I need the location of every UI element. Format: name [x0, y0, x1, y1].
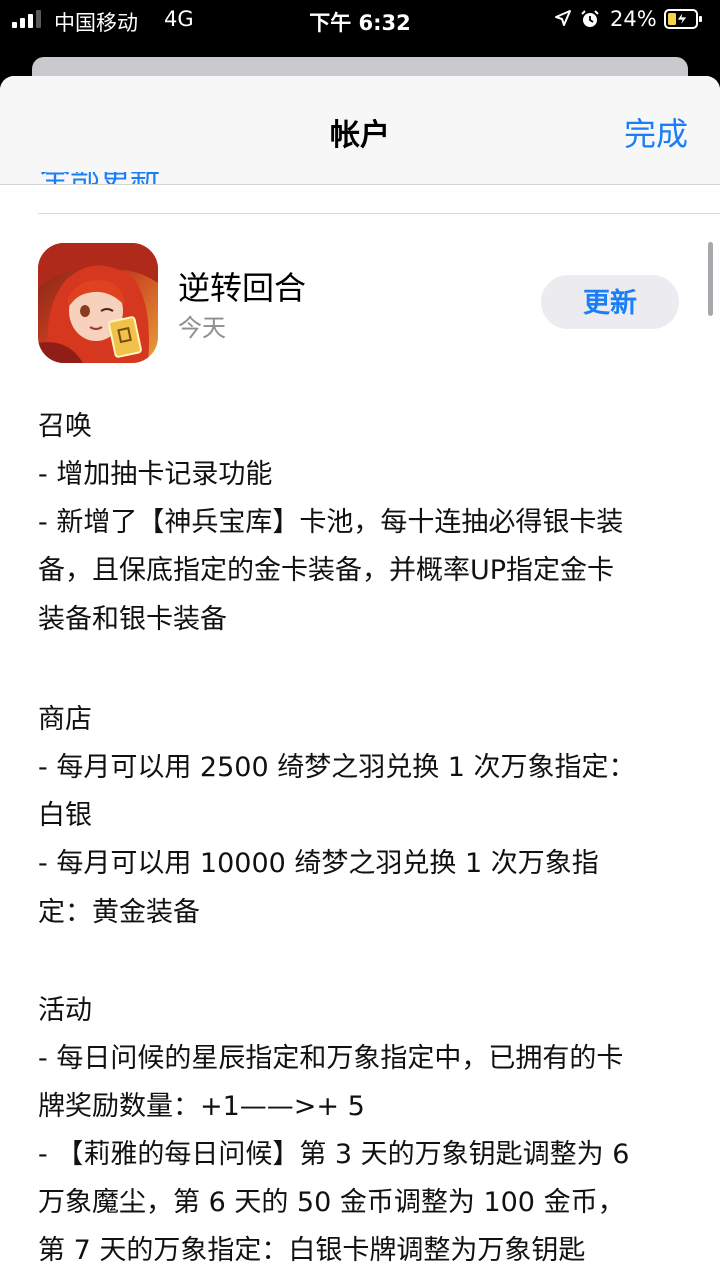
- notes-line: 白银: [38, 800, 92, 831]
- notes-line: 活动: [38, 995, 92, 1026]
- notes-line: - 每月可以用 10000 绮梦之羽兑换 1 次万象指: [38, 848, 599, 879]
- done-button[interactable]: 完成: [624, 109, 688, 155]
- app-icon-artwork: [38, 243, 158, 363]
- notes-line: 第 7 天的万象指定：白银卡牌调整为万象钥匙: [38, 1235, 586, 1266]
- notes-line: - 每日问候的星辰指定和万象指定中，已拥有的卡: [38, 1043, 624, 1074]
- account-sheet: 帐户 完成 全部更新 逆转回合 今天 更新: [0, 76, 720, 1281]
- notes-line: - 新增了【神兵宝库】卡池，每十连抽必得银卡装: [38, 507, 624, 538]
- divider: [38, 213, 720, 214]
- notes-line: 召唤: [38, 411, 92, 442]
- page-title: 帐户: [330, 118, 390, 153]
- app-name: 逆转回合: [178, 269, 307, 307]
- update-all-link[interactable]: 全部更新: [40, 172, 160, 184]
- update-button[interactable]: 更新: [541, 275, 679, 329]
- app-update-date: 今天: [178, 314, 226, 342]
- notes-line: 定：黄金装备: [38, 897, 200, 928]
- location-arrow-icon: [555, 10, 571, 26]
- notes-line: 商店: [38, 704, 92, 735]
- notes-line: - 【莉雅的每日问候】第 3 天的万象钥匙调整为 6: [38, 1139, 630, 1170]
- notes-line: 装备和银卡装备: [38, 604, 227, 635]
- scrollbar[interactable]: [708, 242, 713, 316]
- notes-line: 备，且保底指定的金卡装备，并概率UP指定金卡: [38, 555, 615, 586]
- navigation-bar: 帐户 完成 全部更新: [0, 76, 720, 185]
- alarm-clock-icon: [581, 10, 599, 27]
- status-bar: 中国移动 4G 下午 6:32 24%: [0, 0, 720, 40]
- notes-line: - 每月可以用 2500 绮梦之羽兑换 1 次万象指定：: [38, 752, 636, 783]
- battery-percent: 24%: [610, 7, 657, 31]
- notes-line: 牌奖励数量：+1——>+ 5: [38, 1091, 365, 1122]
- notes-line: - 增加抽卡记录功能: [38, 459, 273, 490]
- notes-line: 万象魔尘，第 6 天的 50 金币调整为 100 金币，: [38, 1187, 625, 1218]
- battery-charging-icon: [664, 9, 702, 29]
- app-icon[interactable]: [38, 243, 158, 363]
